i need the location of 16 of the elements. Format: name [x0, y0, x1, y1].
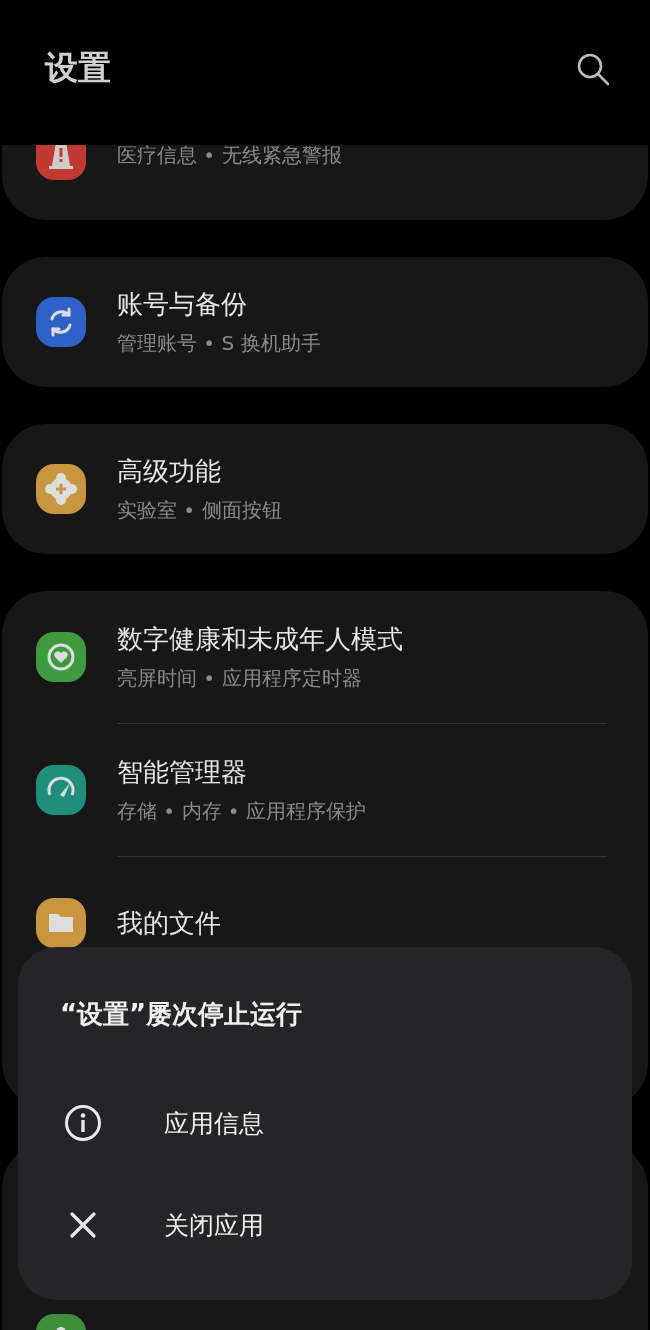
- setting-title[interactable]: 我的文件: [117, 905, 221, 941]
- setting-title[interactable]: 智能管理器: [117, 755, 247, 790]
- app-info-option[interactable]: 应用信息: [18, 1084, 632, 1162]
- page-title: 设置: [45, 47, 111, 89]
- info-icon: [64, 1104, 102, 1142]
- setting-title[interactable]: 高级功能: [117, 454, 221, 489]
- setting-title[interactable]: 数字健康和未成年人模式: [117, 622, 403, 657]
- setting-subtitle: 实验室 • 侧面按钮: [117, 497, 282, 524]
- setting-subtitle: 亮屏时间 • 应用程序定时器: [117, 665, 362, 692]
- setting-subtitle: 管理账号 • S 换机助手: [117, 330, 321, 357]
- setting-subtitle: 医疗信息 • 无线紧急警报: [117, 145, 342, 169]
- setting-title[interactable]: 账号与备份: [117, 287, 247, 322]
- close-app-option[interactable]: 关闭应用: [18, 1186, 632, 1264]
- setting-subtitle: 存储 • 内存 • 应用程序保护: [117, 798, 367, 825]
- search-icon[interactable]: [576, 51, 610, 86]
- dialog-title: “设置”屡次停止运行: [60, 998, 304, 1031]
